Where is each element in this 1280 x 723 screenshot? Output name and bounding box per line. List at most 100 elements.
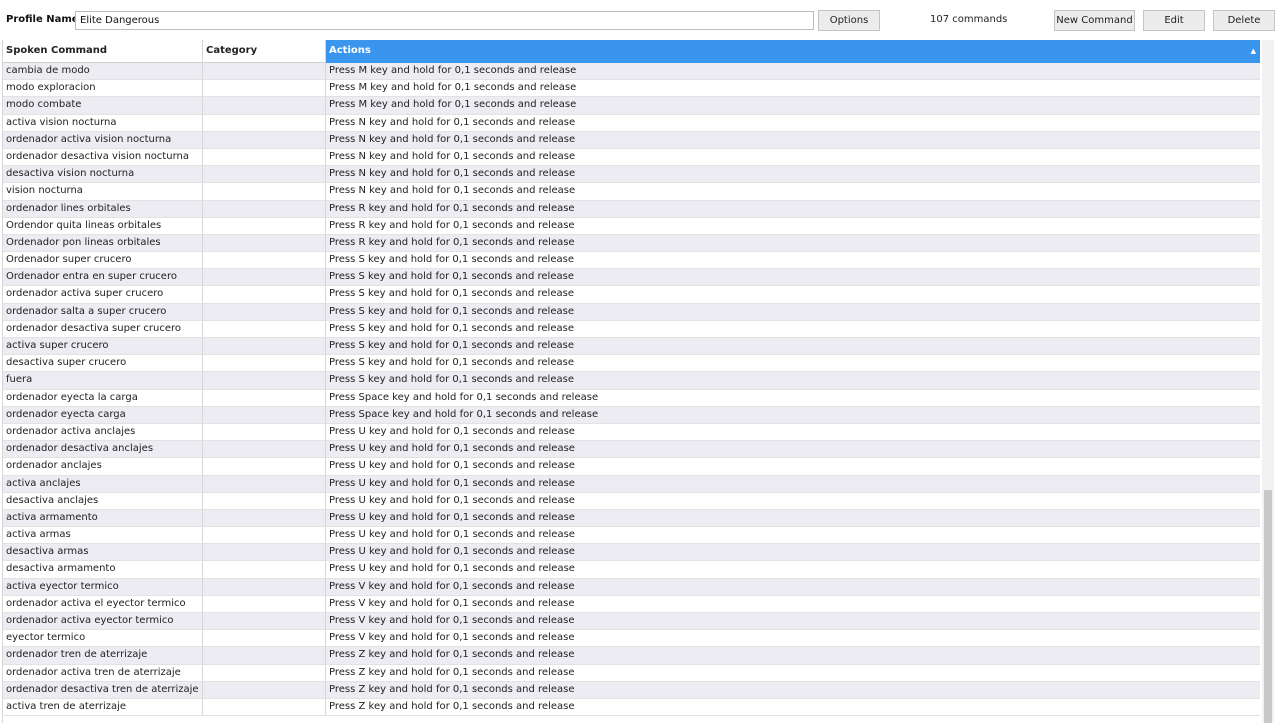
cell-spoken-command: modo combate [3,97,203,114]
table-row[interactable]: ordenador desactiva vision nocturna Press… [3,148,1260,167]
table-row[interactable]: desactiva super crucero Press S key and h… [3,355,1260,373]
new-command-button[interactable]: New Command [1054,10,1135,31]
cell-category [203,544,326,561]
table-row[interactable]: ordenador activa vision nocturna Press N … [3,131,1260,149]
table-row[interactable]: cambia de modo Press M key and hold for 0… [3,63,1260,81]
table-row[interactable]: Ordenador super crucero Press S key and h… [3,252,1260,270]
table-row[interactable]: ordenador activa tren de aterrizaje Press… [3,664,1260,682]
table-row[interactable]: ordenador eyecta la carga Press Space key… [3,389,1260,407]
cell-category [203,647,326,664]
cell-actions: Press Z key and hold for 0,1 seconds and… [326,682,1260,698]
cell-actions: Press U key and hold for 0,1 seconds and… [326,458,1260,474]
table-row[interactable]: ordenador activa super crucero Press S ke… [3,286,1260,304]
table-row[interactable]: ordenador lines orbitales Press R key and… [3,200,1260,218]
cell-category [203,681,326,698]
table-row[interactable]: ordenador activa anclajes Press U key and… [3,423,1260,442]
cell-category [203,698,326,716]
table-row[interactable]: ordenador activa el eyector termico Press… [3,595,1260,613]
options-button[interactable]: Options [818,10,880,31]
cell-actions: Press Space key and hold for 0,1 seconds… [326,390,1260,406]
table-row[interactable]: desactiva anclajes Press U key and hold f… [3,492,1260,510]
table-row[interactable]: desactiva vision nocturna Press N key and… [3,166,1260,184]
cell-actions: Press V key and hold for 0,1 seconds and… [326,579,1260,595]
table-row[interactable]: ordenador activa eyector termico Press V … [3,613,1260,631]
cell-category [203,423,326,441]
scrollbar-thumb[interactable] [1264,490,1272,723]
cell-actions: Press U key and hold for 0,1 seconds and… [326,527,1260,543]
cell-actions: Press V key and hold for 0,1 seconds and… [326,630,1260,646]
cell-category [203,561,326,578]
table-row[interactable]: modo combate Press M key and hold for 0,1… [3,97,1260,115]
table-row[interactable]: activa vision nocturna Press N key and ho… [3,114,1260,132]
cell-category [203,595,326,612]
cell-spoken-command: activa tren de aterrizaje [3,698,203,716]
cell-spoken-command: Ordenador entra en super crucero [3,269,203,286]
table-row[interactable]: ordenador desactiva super crucero Press S… [3,320,1260,338]
cell-category [203,664,326,681]
delete-button[interactable]: Delete [1213,10,1275,31]
toolbar: Profile Name Options 107 commands New Co… [0,0,1280,40]
table-row[interactable]: desactiva armas Press U key and hold for … [3,544,1260,562]
table-row[interactable]: activa tren de aterrizaje Press Z key and… [3,698,1260,717]
table-row[interactable]: ordenador eyecta carga Press Space key an… [3,406,1260,424]
table-row[interactable]: Ordenador entra en super crucero Press S … [3,269,1260,287]
table-row[interactable]: ordenador desactiva anclajes Press U key … [3,441,1260,459]
table-row[interactable]: activa armas Press U key and hold for 0,1… [3,527,1260,545]
cell-actions: Press U key and hold for 0,1 seconds and… [326,510,1260,526]
cell-spoken-command: ordenador activa anclajes [3,423,203,441]
cell-actions: Press U key and hold for 0,1 seconds and… [326,424,1260,440]
cell-spoken-command: activa super crucero [3,338,203,355]
table-row[interactable]: activa eyector termico Press V key and ho… [3,578,1260,596]
cell-category [203,389,326,406]
cell-category [203,630,326,647]
table-row[interactable]: vision nocturna Press N key and hold for … [3,183,1260,201]
profile-name-input[interactable] [75,11,814,30]
cell-spoken-command: ordenador desactiva tren de aterrizaje [3,681,203,698]
cell-category [203,114,326,131]
sort-ascending-icon: ▲ [1250,47,1256,55]
table-row[interactable]: ordenador salta a super crucero Press S k… [3,303,1260,321]
cell-actions: Press N key and hold for 0,1 seconds and… [326,183,1260,199]
table-row[interactable]: fuera Press S key and hold for 0,1 second… [3,372,1260,390]
table-row[interactable]: eyector termico Press V key and hold for … [3,630,1260,648]
cell-category [203,320,326,337]
cell-category [203,303,326,320]
cell-spoken-command: ordenador activa super crucero [3,286,203,303]
cell-category [203,492,326,509]
cell-spoken-command: ordenador eyecta la carga [3,389,203,406]
table-row[interactable]: activa armamento Press U key and hold for… [3,509,1260,528]
cell-spoken-command: activa vision nocturna [3,114,203,131]
column-header-actions[interactable]: Actions ▲ [326,40,1260,63]
cell-spoken-command: eyector termico [3,630,203,647]
cell-actions: Press U key and hold for 0,1 seconds and… [326,561,1260,577]
table-row[interactable]: modo exploracion Press M key and hold for… [3,80,1260,98]
cell-spoken-command: desactiva armamento [3,561,203,578]
table-row[interactable]: Ordendor quita lineas orbitales Press R k… [3,217,1260,235]
column-header-category[interactable]: Category [203,40,326,63]
cell-actions: Press U key and hold for 0,1 seconds and… [326,441,1260,457]
table-row[interactable]: ordenador desactiva tren de aterrizaje Pr… [3,681,1260,699]
cell-spoken-command: modo exploracion [3,80,203,97]
cell-category [203,527,326,544]
table-row[interactable]: Ordenador pon lineas orbitales Press R ke… [3,234,1260,253]
cell-actions: Press S key and hold for 0,1 seconds and… [326,338,1260,354]
table-row[interactable]: ordenador anclajes Press U key and hold f… [3,458,1260,476]
cell-actions: Press S key and hold for 0,1 seconds and… [326,304,1260,320]
cell-actions: Press U key and hold for 0,1 seconds and… [326,493,1260,509]
column-header-spoken-command[interactable]: Spoken Command [3,40,203,63]
cell-category [203,166,326,183]
cell-spoken-command: ordenador lines orbitales [3,200,203,217]
cell-spoken-command: vision nocturna [3,183,203,200]
vertical-scrollbar[interactable] [1262,40,1274,723]
table-row[interactable]: activa anclajes Press U key and hold for … [3,475,1260,493]
cell-spoken-command: activa armamento [3,509,203,527]
table-row[interactable]: desactiva armamento Press U key and hold … [3,561,1260,579]
cell-actions: Press S key and hold for 0,1 seconds and… [326,269,1260,285]
table-row[interactable]: activa super crucero Press S key and hold… [3,338,1260,356]
edit-button[interactable]: Edit [1143,10,1205,31]
table-row[interactable]: ordenador tren de aterrizaje Press Z key … [3,647,1260,665]
cell-spoken-command: activa armas [3,527,203,544]
cell-spoken-command: ordenador activa vision nocturna [3,131,203,148]
cell-category [203,458,326,475]
cell-spoken-command: desactiva anclajes [3,492,203,509]
